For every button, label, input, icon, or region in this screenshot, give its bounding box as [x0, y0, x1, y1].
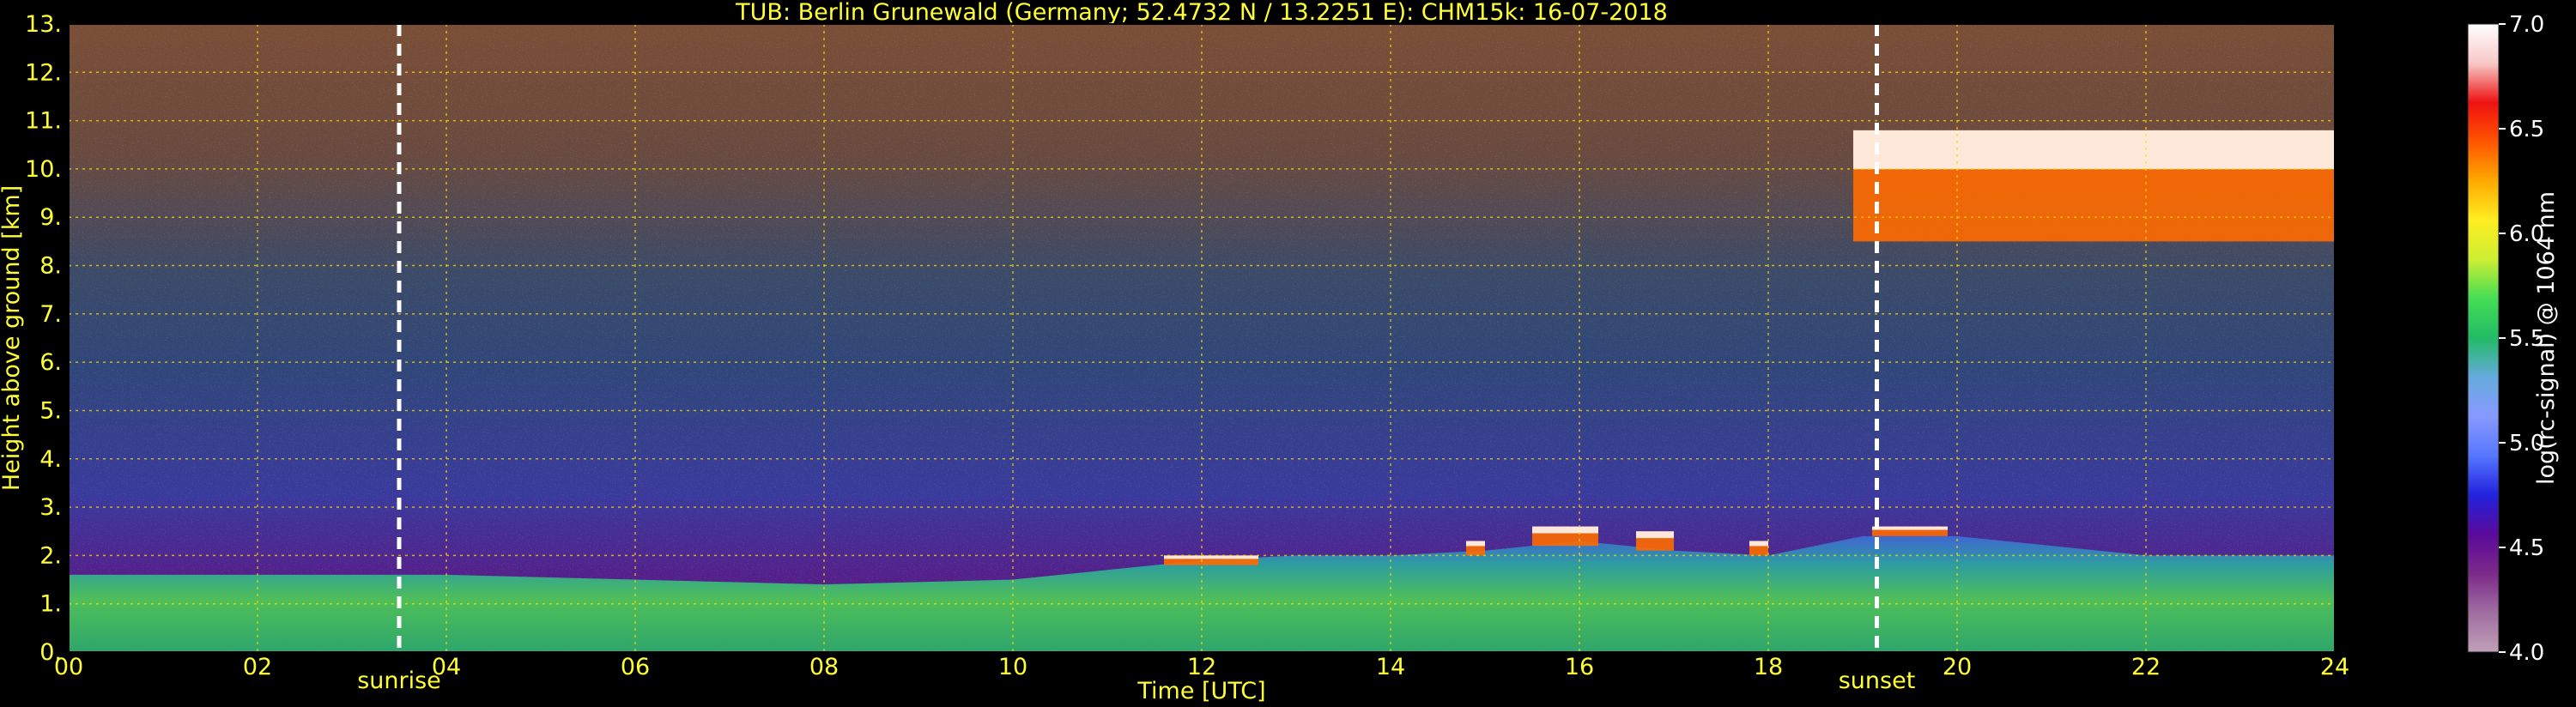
y-tick-label: 12. [25, 59, 62, 86]
x-tick-label: 02 [243, 654, 272, 680]
x-tick-label: 06 [621, 654, 650, 680]
x-tick-label: 12 [1187, 654, 1216, 680]
y-tick-label: 10. [25, 156, 62, 183]
x-tick-label: 10 [998, 654, 1027, 680]
colorbar-tick-label: 4.0 [2509, 640, 2544, 666]
x-tick-label: 24 [2320, 654, 2349, 680]
colorbar-scale [2467, 23, 2500, 653]
x-tick-label: 08 [809, 654, 839, 680]
x-tick-label: 16 [1565, 654, 1594, 680]
annotation-label: sunset [1839, 668, 1916, 694]
y-tick-label: 6. [39, 349, 62, 376]
y-tick-label: 3. [39, 494, 62, 521]
colorbar-tick-label: 7.0 [2509, 12, 2544, 38]
y-tick-label: 4. [39, 446, 62, 473]
cloud-top-mark [1532, 526, 1598, 534]
y-tick-label: 11. [25, 108, 62, 135]
y-tick-label: 13. [25, 11, 62, 38]
y-tick-label: 1. [39, 591, 62, 618]
cloud-top-mark [1749, 541, 1768, 547]
x-tick-label: 04 [432, 654, 461, 680]
x-tick-label: 14 [1376, 654, 1405, 680]
y-axis-label: Height above ground [km] [0, 185, 25, 491]
x-tick-label: 20 [1943, 654, 1972, 680]
y-tick-label: 9. [39, 204, 62, 231]
chart-title: TUB: Berlin Grunewald (Germany; 52.4732 … [735, 0, 1668, 26]
cloud-top-mark [1636, 531, 1674, 539]
colorbar-label: log(rc-signal) @ 1064 nm [2533, 191, 2560, 485]
cloud-top-mark [1853, 130, 2335, 170]
y-axis-ticks: 0.1.2.3.4.5.6.7.8.9.10.11.12.13. [25, 11, 62, 666]
x-tick-label: 22 [2131, 654, 2161, 680]
cloud-top-mark [1466, 541, 1485, 547]
colorbar: 4.04.55.05.56.06.57.0 log(rc-signal) @ 1… [2467, 12, 2560, 666]
y-tick-label: 2. [39, 542, 62, 569]
x-axis-label: Time [UTC] [1136, 678, 1265, 704]
y-tick-label: 7. [39, 301, 62, 328]
x-tick-label: 00 [54, 654, 83, 680]
plot-area: sunrise sunset [68, 23, 2336, 694]
x-tick-label: 18 [1754, 654, 1783, 680]
cloud-top-mark [1872, 526, 1948, 530]
annotation-label: sunrise [357, 668, 441, 694]
y-tick-label: 5. [39, 397, 62, 424]
y-tick-label: 8. [39, 253, 62, 280]
colorbar-tick-label: 4.5 [2509, 535, 2544, 561]
colorbar-tick-label: 6.5 [2509, 117, 2544, 142]
ceilometer-chart: TUB: Berlin Grunewald (Germany; 52.4732 … [0, 0, 2560, 704]
